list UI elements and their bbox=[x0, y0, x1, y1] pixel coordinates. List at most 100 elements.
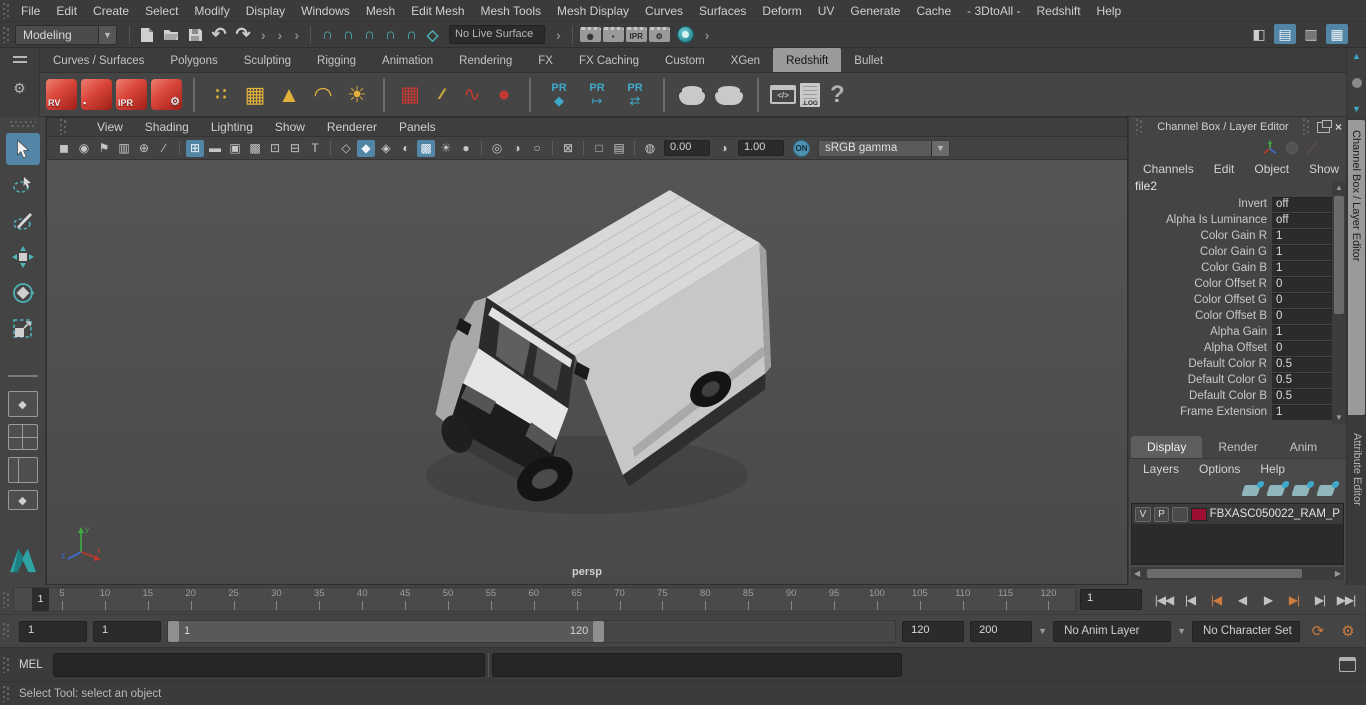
menu-item[interactable]: Create bbox=[85, 2, 137, 20]
attribute-label[interactable]: Alpha Gain bbox=[1129, 326, 1272, 338]
scroll-down-icon[interactable]: ▼ bbox=[1335, 412, 1343, 424]
separator[interactable] bbox=[634, 141, 635, 155]
rs-render-view-icon[interactable]: RV bbox=[46, 79, 77, 110]
channel-box-toggle[interactable]: ▦ bbox=[1326, 24, 1348, 44]
play-forwards-button[interactable]: ▶ bbox=[1256, 589, 1280, 611]
attribute-label[interactable]: Color Offset G bbox=[1129, 294, 1272, 306]
shelf-tab[interactable]: XGen bbox=[718, 48, 773, 72]
channel-box-menu-item[interactable]: Edit bbox=[1204, 160, 1245, 178]
menu-item[interactable]: Redshift bbox=[1029, 2, 1089, 20]
manipulator-axis-icon[interactable] bbox=[1262, 140, 1278, 156]
speed-fast-icon[interactable] bbox=[1306, 142, 1318, 154]
channel-box-menu-item[interactable]: Channels bbox=[1133, 160, 1204, 178]
color-management-toggle[interactable]: ON bbox=[793, 139, 810, 157]
snap-to-view-planes-icon[interactable]: ∩ bbox=[401, 26, 422, 43]
collapsed-group-chevron[interactable]: › bbox=[551, 27, 566, 43]
modeling-toolkit-toggle[interactable]: ◧ bbox=[1248, 24, 1270, 44]
rs-bake-icon[interactable] bbox=[679, 86, 705, 105]
scroll-thumb[interactable] bbox=[1351, 77, 1362, 88]
menu-item[interactable]: Mesh Tools bbox=[473, 2, 549, 20]
resolution-gate-icon[interactable]: ▣ bbox=[226, 140, 244, 157]
scale-tool[interactable] bbox=[6, 313, 40, 345]
snap-to-grids-icon[interactable]: ∩ bbox=[317, 26, 338, 43]
menu-item[interactable]: Edit Mesh bbox=[403, 2, 472, 20]
command-input-field[interactable] bbox=[52, 652, 485, 677]
render-settings-icon[interactable]: ⚙ bbox=[648, 27, 670, 42]
layer-editor-menu-item[interactable]: Help bbox=[1250, 460, 1295, 478]
range-slider[interactable]: 1 120 bbox=[167, 619, 897, 643]
popout-icon[interactable] bbox=[1316, 119, 1332, 133]
rs-proxy-export-icon[interactable]: PR ↦ bbox=[580, 82, 614, 108]
rs-curve-icon[interactable]: ∿ bbox=[458, 82, 486, 107]
shelf-tab[interactable]: Custom bbox=[652, 48, 718, 72]
channel-box-menu-item[interactable]: Show bbox=[1299, 160, 1349, 178]
toolbox-grip[interactable] bbox=[9, 121, 36, 127]
menu-item[interactable]: - 3DtoAll - bbox=[959, 2, 1028, 20]
step-back-key-button[interactable]: |◀ bbox=[1204, 589, 1228, 611]
rs-area-light-icon[interactable]: ∷ bbox=[206, 80, 236, 110]
step-forward-frame-button[interactable]: ▶| bbox=[1308, 589, 1332, 611]
command-language-switch[interactable]: MEL bbox=[13, 659, 53, 671]
create-empty-layer-icon[interactable] bbox=[1291, 484, 1311, 496]
layer-editor-menu-item[interactable]: Options bbox=[1189, 460, 1250, 478]
step-back-frame-button[interactable]: |◀ bbox=[1178, 589, 1202, 611]
panel-grip[interactable] bbox=[1136, 119, 1142, 135]
go-to-end-button[interactable]: ▶▶| bbox=[1334, 589, 1358, 611]
lights-icon[interactable]: ☀ bbox=[437, 140, 455, 157]
menu-item[interactable]: Mesh bbox=[358, 2, 403, 20]
move-layer-down-icon[interactable] bbox=[1266, 484, 1286, 496]
attribute-label[interactable]: Alpha Is Luminance bbox=[1129, 214, 1272, 226]
toolbar-grip[interactable] bbox=[3, 26, 9, 43]
shelf-tab[interactable]: Animation bbox=[369, 48, 446, 72]
chevron-down-icon[interactable]: ▼ bbox=[931, 140, 949, 156]
attribute-value-field[interactable]: off bbox=[1272, 212, 1332, 228]
speed-slow-icon[interactable] bbox=[1286, 142, 1298, 154]
channel-box-scrollbar[interactable]: ▲ ▼ bbox=[1332, 182, 1346, 424]
attribute-value-field[interactable]: 1 bbox=[1272, 324, 1332, 340]
attribute-label[interactable]: Default Color G bbox=[1129, 374, 1272, 386]
image-plane-icon[interactable]: ▥ bbox=[115, 140, 133, 157]
chevron-down-icon[interactable]: ▼ bbox=[1038, 626, 1047, 636]
layer-editor-tab[interactable]: Render bbox=[1202, 436, 1273, 458]
anti-alias-icon[interactable]: ○ bbox=[528, 140, 546, 157]
menu-item[interactable]: Cache bbox=[908, 2, 959, 20]
range-end-handle[interactable] bbox=[593, 620, 605, 642]
layer-row[interactable]: V P FBXASC050022_RAM_P bbox=[1132, 504, 1343, 524]
collapsed-group-chevron[interactable]: › bbox=[256, 27, 271, 43]
rs-sphere-icon[interactable]: ● bbox=[490, 83, 518, 107]
new-scene-icon[interactable] bbox=[136, 25, 158, 45]
animation-start-field[interactable]: 1 bbox=[19, 620, 87, 642]
rs-help-icon[interactable]: ? bbox=[824, 81, 851, 109]
menu-item[interactable]: Curves bbox=[637, 2, 691, 20]
layer-editor-tab[interactable]: Display bbox=[1131, 436, 1203, 458]
ipr-render-icon[interactable]: IPR bbox=[625, 27, 647, 42]
render-current-frame-icon[interactable]: ▪ bbox=[602, 27, 624, 42]
attribute-label[interactable]: Color Gain G bbox=[1129, 246, 1272, 258]
rs-render-icon[interactable]: ▪ bbox=[81, 79, 112, 110]
playback-start-field[interactable]: 1 bbox=[93, 620, 161, 642]
panel-grip[interactable] bbox=[60, 119, 82, 135]
toolbar-grip[interactable] bbox=[3, 591, 9, 608]
move-layer-up-icon[interactable] bbox=[1241, 484, 1261, 496]
field-chart-icon[interactable]: ⊡ bbox=[266, 140, 284, 157]
attribute-value-field[interactable]: 1 bbox=[1272, 404, 1332, 420]
attribute-value-field[interactable]: 0 bbox=[1272, 276, 1332, 292]
rs-proxy-create-icon[interactable]: PR ◆ bbox=[542, 82, 576, 108]
collapsed-group-chevron[interactable]: › bbox=[700, 27, 715, 43]
shadows-icon[interactable]: ● bbox=[457, 140, 475, 157]
chevron-down-icon[interactable]: ▼ bbox=[1177, 626, 1186, 636]
character-set-dropdown[interactable]: No Character Set bbox=[1192, 620, 1300, 642]
layer-color-swatch[interactable] bbox=[1190, 507, 1207, 521]
gate-mask-icon[interactable]: ▩ bbox=[246, 140, 264, 157]
layout-single-pane-button[interactable]: ◆ bbox=[7, 391, 38, 417]
anim-layer-dropdown[interactable]: No Anim Layer bbox=[1053, 620, 1172, 642]
lasso-tool[interactable] bbox=[6, 169, 40, 201]
step-forward-key-button[interactable]: ▶| bbox=[1282, 589, 1306, 611]
attribute-value-field[interactable]: 0 bbox=[1272, 340, 1332, 356]
attribute-label[interactable]: Default Color B bbox=[1129, 390, 1272, 402]
menu-item[interactable]: Select bbox=[137, 2, 186, 20]
shelf-tab[interactable]: Rendering bbox=[446, 48, 525, 72]
rs-physical-sun-icon[interactable]: ☀ bbox=[342, 80, 372, 110]
panel-menu-item[interactable]: Show bbox=[264, 118, 316, 136]
exposure-field[interactable]: 0.00 bbox=[664, 140, 710, 156]
